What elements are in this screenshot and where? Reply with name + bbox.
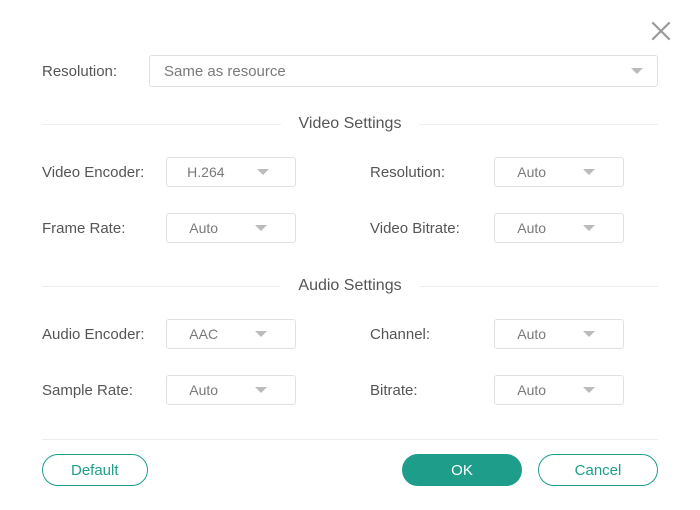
audio-bitrate-value: Auto bbox=[517, 382, 546, 398]
chevron-down-icon bbox=[255, 387, 267, 393]
chevron-down-icon bbox=[631, 68, 643, 74]
sample-rate-field: Sample Rate: Auto bbox=[42, 375, 330, 405]
audio-bitrate-label: Bitrate: bbox=[370, 382, 494, 399]
sample-rate-label: Sample Rate: bbox=[42, 382, 166, 399]
video-section-title: Video Settings bbox=[281, 115, 420, 132]
chevron-down-icon bbox=[583, 225, 595, 231]
audio-bitrate-field: Bitrate: Auto bbox=[370, 375, 658, 405]
sample-rate-select[interactable]: Auto bbox=[166, 375, 296, 405]
frame-rate-value: Auto bbox=[189, 220, 218, 236]
audio-section-title: Audio Settings bbox=[280, 277, 419, 294]
audio-fields-grid: Audio Encoder: AAC Channel: Auto Sample … bbox=[42, 319, 658, 405]
chevron-down-icon bbox=[257, 169, 269, 175]
audio-bitrate-select[interactable]: Auto bbox=[494, 375, 624, 405]
video-resolution-value: Auto bbox=[517, 164, 546, 180]
video-bitrate-label: Video Bitrate: bbox=[370, 220, 494, 237]
cancel-button[interactable]: Cancel bbox=[538, 454, 658, 486]
close-button[interactable] bbox=[648, 18, 674, 44]
channel-select[interactable]: Auto bbox=[494, 319, 624, 349]
video-bitrate-select[interactable]: Auto bbox=[494, 213, 624, 243]
top-resolution-row: Resolution: Same as resource bbox=[42, 55, 658, 87]
video-fields-grid: Video Encoder: H.264 Resolution: Auto Fr… bbox=[42, 157, 658, 243]
audio-section-header: Audio Settings bbox=[42, 277, 658, 295]
video-resolution-label: Resolution: bbox=[370, 164, 494, 181]
chevron-down-icon bbox=[583, 169, 595, 175]
audio-encoder-select[interactable]: AAC bbox=[166, 319, 296, 349]
channel-label: Channel: bbox=[370, 326, 494, 343]
channel-field: Channel: Auto bbox=[370, 319, 658, 349]
video-encoder-field: Video Encoder: H.264 bbox=[42, 157, 330, 187]
settings-panel: Resolution: Same as resource Video Setti… bbox=[0, 0, 700, 440]
sample-rate-value: Auto bbox=[189, 382, 218, 398]
ok-button[interactable]: OK bbox=[402, 454, 522, 486]
video-encoder-label: Video Encoder: bbox=[42, 164, 166, 181]
top-resolution-value: Same as resource bbox=[164, 63, 286, 80]
video-resolution-select[interactable]: Auto bbox=[494, 157, 624, 187]
chevron-down-icon bbox=[583, 387, 595, 393]
button-bar: Default OK Cancel bbox=[42, 454, 658, 486]
chevron-down-icon bbox=[255, 225, 267, 231]
top-resolution-select[interactable]: Same as resource bbox=[149, 55, 658, 87]
video-encoder-select[interactable]: H.264 bbox=[166, 157, 296, 187]
video-bitrate-value: Auto bbox=[517, 220, 546, 236]
chevron-down-icon bbox=[583, 331, 595, 337]
channel-value: Auto bbox=[517, 326, 546, 342]
close-icon bbox=[648, 18, 674, 44]
video-resolution-field: Resolution: Auto bbox=[370, 157, 658, 187]
frame-rate-select[interactable]: Auto bbox=[166, 213, 296, 243]
frame-rate-field: Frame Rate: Auto bbox=[42, 213, 330, 243]
top-resolution-label: Resolution: bbox=[42, 63, 137, 80]
default-button[interactable]: Default bbox=[42, 454, 148, 486]
video-bitrate-field: Video Bitrate: Auto bbox=[370, 213, 658, 243]
video-section-header: Video Settings bbox=[42, 115, 658, 133]
video-encoder-value: H.264 bbox=[187, 164, 224, 180]
audio-encoder-label: Audio Encoder: bbox=[42, 326, 166, 343]
chevron-down-icon bbox=[255, 331, 267, 337]
audio-encoder-value: AAC bbox=[189, 326, 218, 342]
audio-encoder-field: Audio Encoder: AAC bbox=[42, 319, 330, 349]
frame-rate-label: Frame Rate: bbox=[42, 220, 166, 237]
bottom-divider bbox=[42, 439, 658, 440]
